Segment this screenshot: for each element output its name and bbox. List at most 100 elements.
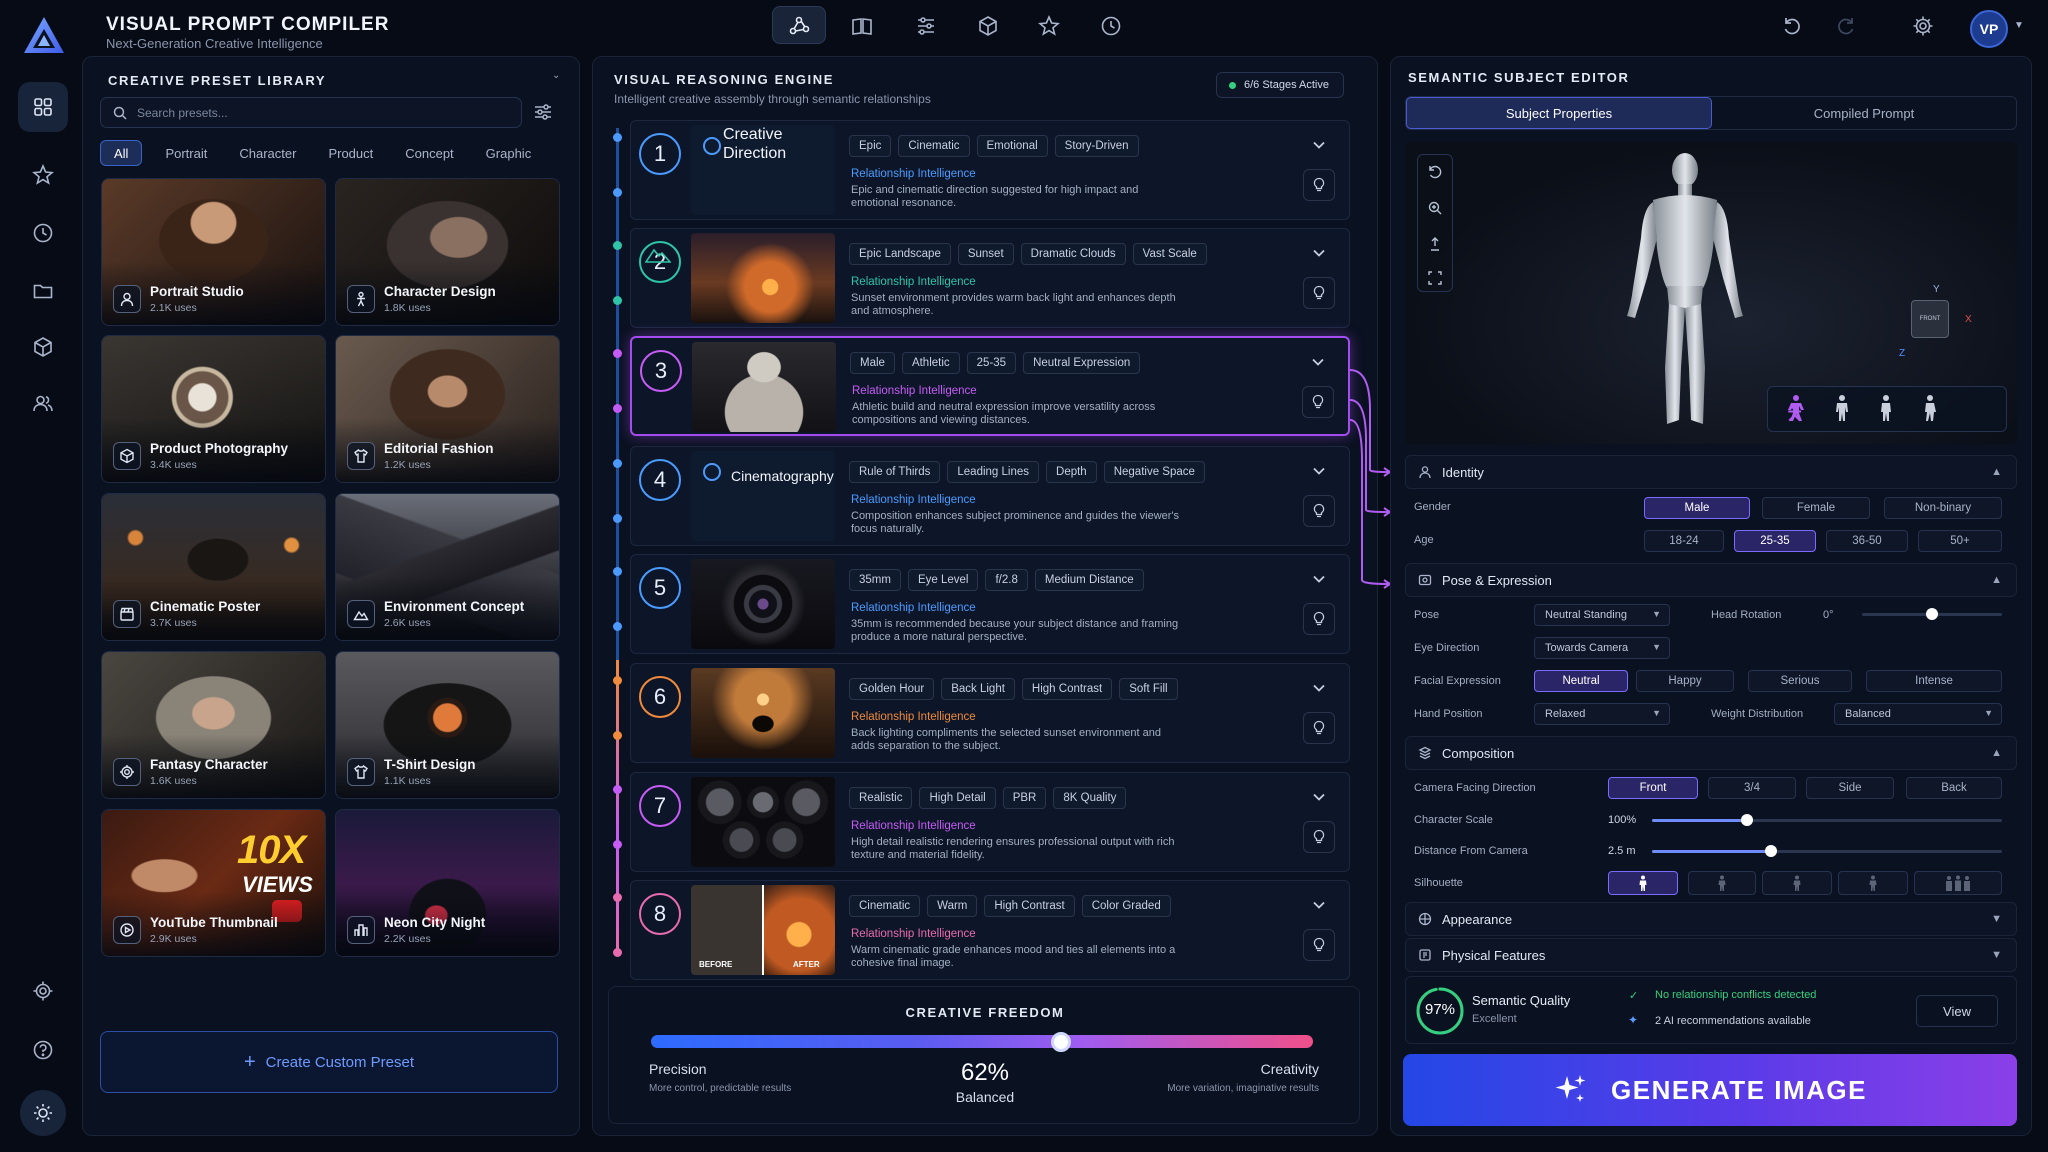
freedom-slider-knob[interactable] <box>1051 1032 1072 1052</box>
gender-male-option[interactable]: Male <box>1644 497 1750 519</box>
silhouette-option[interactable] <box>1762 871 1832 895</box>
stage-tag[interactable]: Back Light <box>941 678 1015 700</box>
stage-card[interactable]: 3 Male Athletic 25-35 Neutral Expression Re… <box>630 336 1350 436</box>
filter-graphic[interactable]: Graphic <box>473 140 545 166</box>
age-option[interactable]: 18-24 <box>1644 530 1724 552</box>
stage-tag[interactable]: Neutral Expression <box>1023 352 1141 374</box>
filter-all[interactable]: All <box>100 140 143 166</box>
stage-tag[interactable]: Male <box>850 352 895 374</box>
stage-card[interactable]: 4 Cinematography Rule of Thirds Leading L… <box>630 446 1350 546</box>
stage-tag[interactable]: Epic <box>849 135 892 157</box>
pose-select[interactable]: Neutral Standing ▼ <box>1534 604 1670 626</box>
view-button[interactable]: View <box>1916 995 1998 1027</box>
filter-concept[interactable]: Concept <box>392 140 466 166</box>
stage-tag[interactable]: 8K Quality <box>1053 787 1127 809</box>
stage-tag[interactable]: Vast Scale <box>1132 243 1207 265</box>
stage-tag[interactable]: Emotional <box>976 135 1048 157</box>
silhouette-option[interactable] <box>1838 871 1908 895</box>
lightbulb-button[interactable] <box>1303 929 1335 961</box>
rail-item-history[interactable] <box>18 208 68 258</box>
hand-position-select[interactable]: Relaxed ▼ <box>1534 703 1670 725</box>
character-scale-slider[interactable] <box>1652 814 2002 826</box>
stage-tag[interactable]: Medium Distance <box>1034 569 1144 591</box>
redo-button[interactable] <box>1832 12 1860 40</box>
lightbulb-button[interactable] <box>1303 821 1335 853</box>
rail-item-folders[interactable] <box>18 266 68 316</box>
tab-subject-properties[interactable]: Subject Properties <box>1406 97 1712 129</box>
stage-card[interactable]: 5 35mm Eye Level f/2.8 Medium Distance Rela… <box>630 554 1350 654</box>
collapse-chevron-icon[interactable]: ⌄ <box>552 70 560 81</box>
age-option[interactable]: 25-35 <box>1734 530 1816 552</box>
stage-tag[interactable]: 25-35 <box>966 352 1017 374</box>
favorites-button[interactable] <box>1035 12 1063 40</box>
stage-tag[interactable]: High Contrast <box>984 895 1075 917</box>
rail-item-team[interactable] <box>18 378 68 428</box>
lightbulb-button[interactable] <box>1303 495 1335 527</box>
lightbulb-button[interactable] <box>1303 169 1335 201</box>
facing-front-option[interactable]: Front <box>1608 777 1698 799</box>
rail-item-settings[interactable] <box>18 966 68 1016</box>
weight-distribution-select[interactable]: Balanced ▼ <box>1834 703 2002 725</box>
adjust-button[interactable] <box>912 12 940 40</box>
preset-card[interactable]: Cinematic Poster 3.7K uses <box>101 493 326 641</box>
avatar[interactable]: VP <box>1970 10 2008 48</box>
chevron-down-icon[interactable] <box>1309 243 1329 263</box>
theme-toggle[interactable] <box>20 1090 66 1136</box>
preset-card[interactable]: Product Photography 3.4K uses <box>101 335 326 483</box>
gender-nonbinary-option[interactable]: Non-binary <box>1884 497 2002 519</box>
stage-card[interactable]: 1 Creative Direction Epic Cinematic Emotio… <box>630 120 1350 220</box>
lightbulb-button[interactable] <box>1303 603 1335 635</box>
silhouette-option[interactable] <box>1914 871 2002 895</box>
identity-section-header[interactable]: Identity ▲ <box>1405 455 2017 489</box>
pose-section-header[interactable]: Pose & Expression ▲ <box>1405 563 2017 597</box>
stage-tag[interactable]: Depth <box>1046 461 1097 483</box>
expression-option[interactable]: Serious <box>1748 670 1852 692</box>
search-input[interactable] <box>137 103 507 123</box>
filter-portrait[interactable]: Portrait <box>152 140 220 166</box>
stage-tag[interactable]: 35mm <box>849 569 901 591</box>
filter-product[interactable]: Product <box>315 140 386 166</box>
undo-button[interactable] <box>1778 12 1806 40</box>
model-button[interactable] <box>974 12 1002 40</box>
axis-gizmo[interactable]: FRONT <box>1911 300 1949 338</box>
stage-card[interactable]: 7 Realistic High Detail PBR 8K Quality Rela… <box>630 772 1350 872</box>
appearance-section-header[interactable]: Appearance ▼ <box>1405 902 2017 936</box>
preset-card[interactable]: T-Shirt Design 1.1K uses <box>335 651 560 799</box>
expression-option[interactable]: Neutral <box>1534 670 1628 692</box>
stage-tag[interactable]: f/2.8 <box>985 569 1028 591</box>
create-custom-preset-button[interactable]: + Create Custom Preset <box>100 1031 558 1093</box>
stage-tag[interactable]: PBR <box>1002 787 1047 809</box>
facing-side-option[interactable]: Side <box>1806 777 1894 799</box>
reset-view-icon[interactable] <box>1421 158 1449 186</box>
preset-card[interactable]: Character Design 1.8K uses <box>335 178 560 326</box>
chevron-down-icon[interactable] <box>1309 678 1329 698</box>
stage-tag[interactable]: Soft Fill <box>1119 678 1178 700</box>
facing-back-option[interactable]: Back <box>1906 777 2002 799</box>
slider-knob[interactable] <box>1740 814 1753 826</box>
silhouette-option[interactable] <box>1688 871 1756 895</box>
facing-34-option[interactable]: 3/4 <box>1708 777 1796 799</box>
slider-knob[interactable] <box>1765 845 1777 857</box>
stage-card[interactable]: 2 Epic Landscape Sunset Dramatic Clouds Vas… <box>630 228 1350 328</box>
tab-compiled-prompt[interactable]: Compiled Prompt <box>1712 97 2016 129</box>
stage-tag[interactable]: Sunset <box>957 243 1014 265</box>
pan-hand-icon[interactable] <box>1421 230 1449 258</box>
stage-tag[interactable]: Realistic <box>849 787 913 809</box>
history-button[interactable] <box>1097 12 1125 40</box>
preset-card[interactable]: Neon City Night 2.2K uses <box>335 809 560 957</box>
rail-item-help[interactable] <box>18 1025 68 1075</box>
pose-walking-icon[interactable] <box>1919 394 1941 422</box>
chevron-down-icon[interactable] <box>1308 352 1328 372</box>
preset-card[interactable]: Editorial Fashion 1.2K uses <box>335 335 560 483</box>
chevron-down-icon[interactable] <box>1309 569 1329 589</box>
preset-card[interactable]: 10X VIEWS YouTube Thumbnail 2.9K uses <box>101 809 326 957</box>
fit-frame-icon[interactable] <box>1421 264 1449 292</box>
stage-tag[interactable]: High Contrast <box>1021 678 1113 700</box>
stage-card[interactable]: 6 Golden Hour Back Light High Contrast Soft… <box>630 663 1350 763</box>
chevron-down-icon[interactable] <box>1309 461 1329 481</box>
eye-direction-select[interactable]: Towards Camera ▼ <box>1534 637 1670 659</box>
chevron-down-icon[interactable]: ▼ <box>2014 20 2024 31</box>
stage-card[interactable]: 8 BEFORE AFTER Cinematic Warm High Contras… <box>630 880 1350 980</box>
rail-item-favorites[interactable] <box>18 150 68 200</box>
lightbulb-button[interactable] <box>1303 277 1335 309</box>
